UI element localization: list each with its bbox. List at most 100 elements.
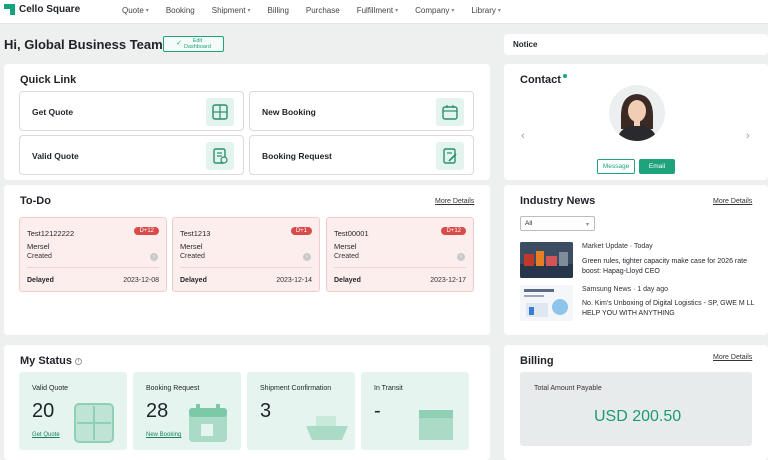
- quick-link-valid-quote[interactable]: Valid Quote: [19, 135, 244, 175]
- todo-delay: Delayed: [334, 277, 361, 284]
- quick-link-new-booking[interactable]: New Booking: [249, 91, 474, 131]
- news-filter-select[interactable]: All ▾: [520, 216, 595, 231]
- todo-id: Test00001: [334, 229, 369, 238]
- chevron-down-icon: ▾: [497, 8, 501, 14]
- divider: [180, 267, 312, 268]
- notice-title: Notice: [513, 40, 538, 49]
- chevron-right-icon[interactable]: ›: [303, 253, 311, 261]
- status-card-booking-request[interactable]: Booking Request 28 New Booking: [133, 372, 241, 450]
- top-navigation-bar: Cello Square Quote ▾ Booking Shipment ▾ Bi…: [0, 0, 768, 24]
- status-value: 28: [146, 400, 169, 422]
- online-status-dot: [563, 74, 567, 78]
- app-logo[interactable]: Cello Square: [4, 4, 80, 15]
- status-badge: D+12: [441, 227, 466, 235]
- nav-item-label: Purchase: [305, 6, 340, 15]
- todo-date: 2023-12-08: [123, 277, 159, 284]
- quick-link-label: Get Quote: [32, 107, 74, 117]
- news-meta: Market Update · Today: [582, 243, 653, 250]
- status-card-shipment-confirmation[interactable]: Shipment Confirmation 3: [247, 372, 355, 450]
- todo-card[interactable]: Test1213 D+1 Mersel Created › Delayed 20…: [172, 217, 320, 292]
- nav-item-label: Library: [471, 6, 496, 15]
- quick-link-get-quote[interactable]: Get Quote: [19, 91, 244, 131]
- my-status-title-text: My Status: [20, 355, 72, 367]
- calendar-icon: [189, 404, 227, 442]
- todo-vessel: Mersel: [180, 242, 203, 251]
- status-card-valid-quote[interactable]: Valid Quote 20 Get Quote: [19, 372, 127, 450]
- status-label: Valid Quote: [32, 385, 69, 392]
- todo-card[interactable]: Test12122222 D+12 Mersel Created › Delay…: [19, 217, 167, 292]
- status-card-in-transit[interactable]: In Transit -: [361, 372, 469, 450]
- todo-card[interactable]: Test00001 D+12 Mersel Created › Delayed …: [326, 217, 474, 292]
- todo-date: 2023-12-17: [430, 277, 466, 284]
- nav-item-label: Booking: [165, 6, 195, 15]
- todo-id: Test1213: [180, 229, 211, 238]
- news-meta: Samsung News · 1 day ago: [582, 286, 668, 293]
- news-thumbnail[interactable]: [520, 242, 573, 278]
- chevron-down-icon: ▾: [395, 8, 399, 14]
- nav-item-fulfillment[interactable]: Fulfillment ▾: [357, 6, 398, 15]
- billing-title: Billing: [520, 355, 554, 367]
- status-badge: D+1: [290, 227, 312, 235]
- edit-dashboard-label: Edit Dashboard: [184, 38, 211, 50]
- todo-delay: Delayed: [180, 277, 207, 284]
- todo-vessel: Mersel: [27, 242, 50, 251]
- email-button[interactable]: Email: [639, 159, 675, 174]
- calendar-icon: [436, 98, 464, 126]
- quick-link-panel: Quick Link Get Quote New Booking Valid Q…: [4, 64, 490, 180]
- nav-item-label: Shipment: [211, 6, 246, 15]
- chevron-down-icon: ▾: [451, 8, 455, 14]
- new-booking-link[interactable]: New Booking: [146, 432, 181, 438]
- quick-link-title: Quick Link: [20, 74, 77, 86]
- my-status-title: My Status i: [20, 355, 83, 367]
- contact-next-arrow[interactable]: ›: [746, 130, 750, 142]
- document-check-icon: [206, 142, 234, 170]
- nav-item-label: Company: [415, 6, 450, 15]
- nav-item-billing[interactable]: Billing: [268, 6, 289, 15]
- news-thumbnail[interactable]: [520, 285, 573, 321]
- nav-item-shipment[interactable]: Shipment ▾: [212, 6, 251, 15]
- status-label: Booking Request: [146, 385, 200, 392]
- status-value: -: [374, 400, 381, 422]
- check-icon: ✓: [176, 40, 182, 47]
- chevron-right-icon[interactable]: ›: [150, 253, 158, 261]
- billing-more-details-link[interactable]: More Details: [713, 354, 752, 361]
- chevron-right-icon[interactable]: ›: [457, 253, 465, 261]
- news-filter-value: All: [525, 220, 533, 227]
- get-quote-link[interactable]: Get Quote: [32, 432, 60, 438]
- quick-link-label: Booking Request: [262, 151, 332, 161]
- todo-id: Test12122222: [27, 229, 75, 238]
- news-headline[interactable]: No. Kim's Unboxing of Digital Logistics …: [582, 299, 758, 319]
- chevron-down-icon: ▾: [247, 8, 251, 14]
- news-headline[interactable]: Green rules, tighter capacity make case …: [582, 257, 758, 277]
- status-label: Shipment Confirmation: [260, 385, 332, 392]
- nav-item-company[interactable]: Company ▾: [415, 6, 454, 15]
- billing-label: Total Amount Payable: [534, 385, 602, 392]
- main-nav: Quote ▾ Booking Shipment ▾ Billing Purchas…: [122, 6, 501, 15]
- nav-item-library[interactable]: Library ▾: [471, 6, 500, 15]
- status-value: 20: [32, 400, 55, 422]
- todo-more-details-link[interactable]: More Details: [435, 198, 474, 205]
- status-value: 3: [260, 400, 272, 422]
- todo-date: 2023-12-14: [276, 277, 312, 284]
- nav-item-purchase[interactable]: Purchase: [306, 6, 340, 15]
- notice-panel[interactable]: Notice: [504, 34, 768, 55]
- logo-icon: [4, 4, 15, 15]
- news-more-details-link[interactable]: More Details: [713, 198, 752, 205]
- divider: [334, 267, 466, 268]
- nav-item-booking[interactable]: Booking: [166, 6, 195, 15]
- todo-status: Created: [27, 253, 52, 260]
- quick-link-booking-request[interactable]: Booking Request: [249, 135, 474, 175]
- ship-icon: [306, 416, 348, 440]
- box-icon: [419, 410, 453, 440]
- info-icon[interactable]: i: [75, 357, 83, 365]
- contact-prev-arrow[interactable]: ‹: [521, 130, 525, 142]
- todo-delay: Delayed: [27, 277, 54, 284]
- edit-dashboard-button[interactable]: ✓ Edit Dashboard: [163, 36, 224, 52]
- nav-item-quote[interactable]: Quote ▾: [122, 6, 149, 15]
- todo-vessel: Mersel: [334, 242, 357, 251]
- message-button[interactable]: Message: [597, 159, 635, 174]
- calculator-icon: [74, 403, 114, 443]
- todo-status: Created: [180, 253, 205, 260]
- calculator-icon: [206, 98, 234, 126]
- divider: [27, 267, 159, 268]
